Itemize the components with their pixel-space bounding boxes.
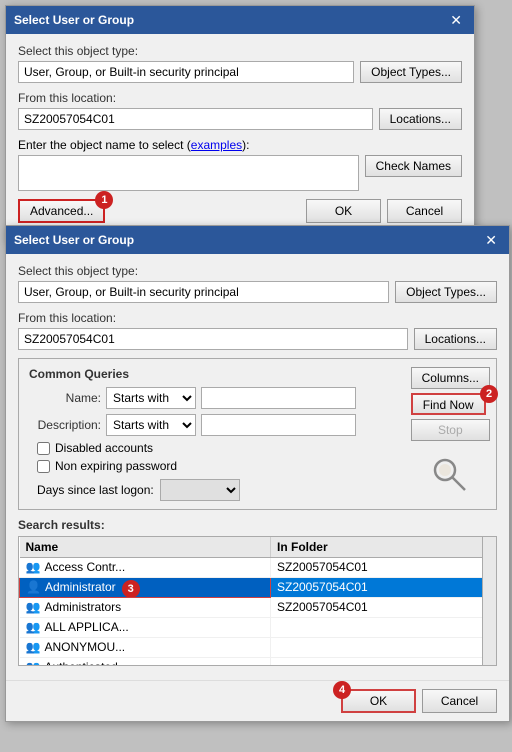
row-folder: SZ20057054C01 [270, 597, 495, 617]
dialog1-close-button[interactable]: ✕ [446, 13, 466, 27]
description-label: Description: [29, 418, 101, 432]
name-query-input[interactable] [201, 387, 356, 409]
table-row[interactable]: 👥ANONYMOU... [20, 637, 496, 657]
dialog1-location-label: From this location: [18, 91, 462, 105]
table-row[interactable]: 👤 Administrator 3 SZ20057054C01 [20, 577, 496, 597]
col-folder-header: In Folder [270, 537, 495, 557]
days-label: Days since last logon: [37, 483, 154, 497]
badge-1: 1 [95, 191, 113, 209]
dialog2-bottom-row: 4 OK Cancel [6, 680, 509, 721]
dialog2-location-input[interactable] [18, 328, 408, 350]
results-table: Name In Folder 👥Access Contr...SZ2005705… [19, 537, 496, 666]
results-scrollbar[interactable] [482, 537, 496, 665]
dialog1-check-names-button[interactable]: Check Names [365, 155, 462, 177]
badge-4: 4 [333, 681, 351, 699]
dialog1-ok-button[interactable]: OK [306, 199, 381, 223]
dialog1-titlebar: Select User or Group ✕ [6, 6, 474, 34]
row-icon: 👥 [26, 600, 41, 614]
dialog1-cancel-button[interactable]: Cancel [387, 199, 462, 223]
name-starts-with-dropdown[interactable]: Starts with [106, 387, 196, 409]
dialog2-stop-button[interactable]: Stop [411, 419, 490, 441]
row-icon: 👥 [26, 640, 41, 654]
common-queries-right-buttons: Columns... Find Now 2 Stop [411, 367, 490, 498]
table-row[interactable]: 👥Administrators SZ20057054C01 [20, 597, 496, 617]
dialog-select-user-group-1: Select User or Group ✕ Select this objec… [5, 5, 475, 242]
row-folder [270, 617, 495, 637]
row-name: Access Contr... [44, 560, 125, 574]
dialog2-cancel-button[interactable]: Cancel [422, 689, 497, 713]
col-name-header: Name [20, 537, 271, 557]
row-name: Administrator [45, 580, 116, 594]
dialog1-object-types-button[interactable]: Object Types... [360, 61, 462, 83]
dialog2-title: Select User or Group [14, 233, 134, 247]
row-name: Administrators [44, 600, 121, 614]
dialog2-object-type-label: Select this object type: [18, 264, 497, 278]
dialog-select-user-group-2: Select User or Group ✕ Select this objec… [5, 225, 510, 722]
dialog1-location-input[interactable] [18, 108, 373, 130]
dialog1-title: Select User or Group [14, 13, 134, 27]
dialog1-object-name-label: Enter the object name to select [18, 138, 183, 152]
row-icon: 👥 [26, 660, 41, 666]
dialog2-location-label: From this location: [18, 311, 497, 325]
row-name: ANONYMOU... [44, 640, 125, 654]
dialog1-object-name-area[interactable] [18, 155, 359, 191]
row-icon: 👤 [26, 580, 41, 594]
dialog2-find-now-button[interactable]: Find Now [411, 393, 486, 415]
badge-2: 2 [480, 385, 498, 403]
table-row[interactable]: 👥ALL APPLICA... [20, 617, 496, 637]
non-expiring-password-label: Non expiring password [55, 459, 177, 473]
dialog2-close-button[interactable]: ✕ [481, 233, 501, 247]
dialog1-object-type-label: Select this object type: [18, 44, 462, 58]
dialog2-object-types-button[interactable]: Object Types... [395, 281, 497, 303]
name-label: Name: [29, 391, 101, 405]
dialog2-columns-button[interactable]: Columns... [411, 367, 490, 389]
search-results-label: Search results: [18, 518, 497, 532]
row-folder [270, 657, 495, 666]
row-folder [270, 637, 495, 657]
row-folder: SZ20057054C01 [270, 577, 495, 597]
disabled-accounts-label: Disabled accounts [55, 441, 153, 455]
non-expiring-password-checkbox[interactable] [37, 460, 50, 473]
desc-starts-with-dropdown[interactable]: Starts with [106, 414, 196, 436]
search-results-section: Search results: Name In Folder 👥Access C… [18, 518, 497, 666]
row-name: ALL APPLICA... [44, 620, 128, 634]
badge-3: 3 [122, 580, 140, 597]
results-header-row: Name In Folder [20, 537, 496, 557]
row-folder: SZ20057054C01 [270, 557, 495, 577]
disabled-accounts-checkbox[interactable] [37, 442, 50, 455]
dialog1-advanced-button[interactable]: Advanced... [18, 199, 105, 223]
table-row[interactable]: 👥Access Contr... SZ20057054C01 [20, 557, 496, 577]
dialog2-ok-button[interactable]: OK [341, 689, 416, 713]
dialog1-locations-button[interactable]: Locations... [379, 108, 462, 130]
row-icon: 👥 [26, 560, 41, 574]
row-name: Authenticated... [44, 660, 127, 666]
dialog1-examples-link[interactable]: examples [191, 138, 242, 152]
dialog1-object-type-input[interactable] [18, 61, 354, 83]
dialog2-locations-button[interactable]: Locations... [414, 328, 497, 350]
common-queries-section: Common Queries Columns... Find Now 2 Sto… [18, 358, 497, 510]
table-row[interactable]: 👥Authenticated... [20, 657, 496, 666]
days-dropdown[interactable] [160, 479, 240, 501]
dialog2-titlebar: Select User or Group ✕ [6, 226, 509, 254]
row-icon: 👥 [26, 620, 41, 634]
dialog2-object-type-input[interactable] [18, 281, 389, 303]
desc-query-input[interactable] [201, 414, 356, 436]
search-icon [430, 455, 470, 495]
